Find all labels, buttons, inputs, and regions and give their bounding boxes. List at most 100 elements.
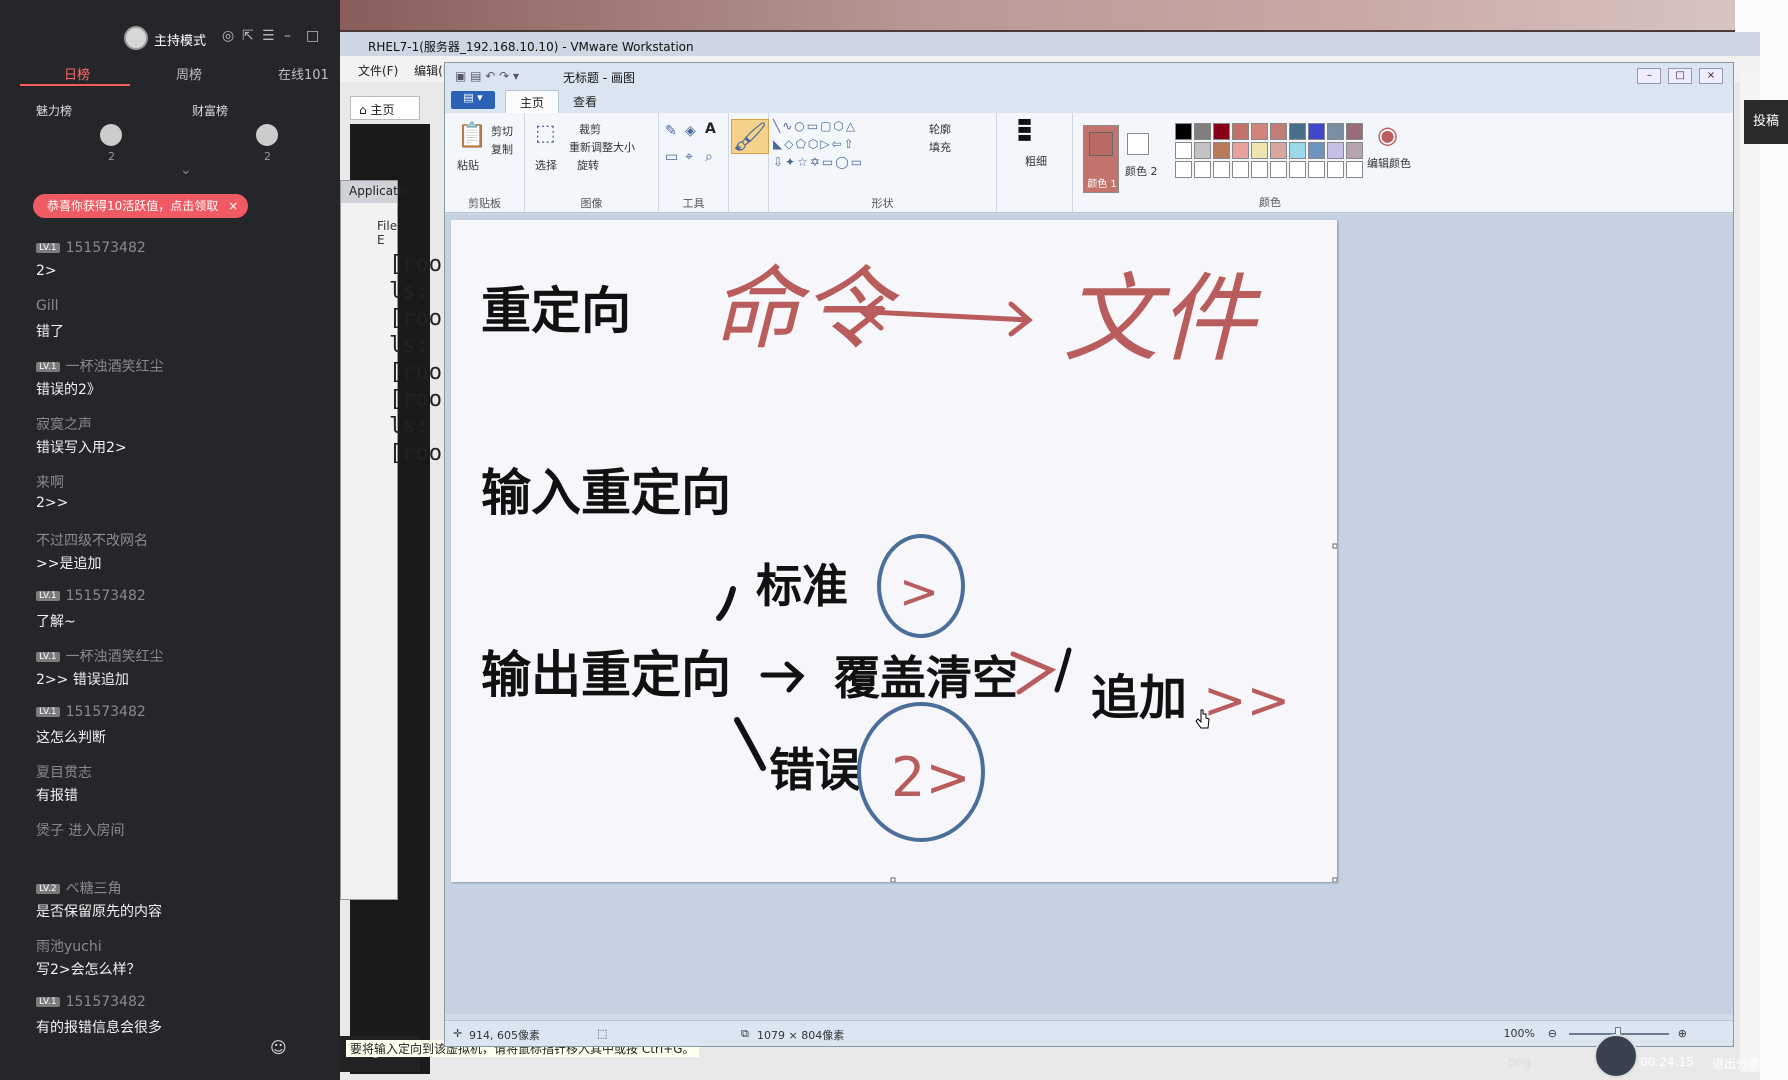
select-icon[interactable]: ⬚ — [535, 121, 556, 146]
post-button[interactable]: 投稿 — [1744, 100, 1788, 144]
menu-icon[interactable]: ☰ — [262, 28, 275, 44]
palette-swatch[interactable] — [1251, 142, 1268, 159]
chat-username[interactable]: LV.2 ベ糖三角 — [36, 878, 336, 901]
palette-swatch[interactable] — [1270, 142, 1287, 159]
size-label[interactable]: 粗细 — [1025, 153, 1047, 169]
rotate-label[interactable]: 旋转 — [577, 157, 599, 173]
reward-toast[interactable]: 恭喜你获得10活跃值，点击领取 × — [33, 194, 249, 218]
chat-username[interactable]: 不过四级不改网名 — [36, 530, 336, 553]
pencil-icon[interactable]: ✎ — [665, 123, 677, 139]
tab-home[interactable]: 主页 — [505, 90, 560, 114]
palette-swatch[interactable] — [1213, 142, 1230, 159]
chat-username[interactable]: LV.1 151573482 — [36, 704, 336, 727]
palette-swatch[interactable] — [1175, 142, 1192, 159]
popout-icon[interactable]: ⇱ — [242, 28, 254, 44]
close-icon[interactable]: × — [228, 194, 238, 218]
palette-swatch[interactable] — [1232, 123, 1249, 140]
palette-swatch[interactable] — [1251, 123, 1268, 140]
palette-swatch-empty[interactable] — [1327, 161, 1344, 178]
minimize-button[interactable]: – — [1637, 68, 1662, 84]
palette-swatch[interactable] — [1232, 142, 1249, 159]
zoom-in-icon[interactable]: ⊕ — [1678, 1027, 1687, 1040]
chat-username[interactable]: LV.1 151573482 — [36, 240, 336, 263]
palette-swatch-empty[interactable] — [1270, 161, 1287, 178]
palette-swatch-empty[interactable] — [1194, 161, 1211, 178]
tab-weekly[interactable]: 周榜 — [176, 64, 202, 83]
cut-label[interactable]: 剪切 — [491, 123, 513, 139]
chat-username[interactable]: Gill — [36, 298, 336, 321]
rank-avatar[interactable] — [100, 124, 122, 146]
palette-swatch[interactable] — [1308, 142, 1325, 159]
palette-swatch[interactable] — [1270, 123, 1287, 140]
chat-username[interactable]: LV.1 一杯浊酒笑红尘 — [36, 646, 336, 669]
edit-colors-label[interactable]: 编辑颜色 — [1367, 155, 1411, 171]
minimize-icon[interactable]: – — [284, 28, 291, 44]
palette-swatch[interactable] — [1289, 123, 1306, 140]
resize-handle[interactable] — [1332, 877, 1337, 882]
chat-username[interactable]: 雨池yuchi — [36, 936, 336, 959]
palette-swatch-empty[interactable] — [1232, 161, 1249, 178]
tab-online[interactable]: 在线101 — [278, 64, 329, 83]
palette-swatch[interactable] — [1213, 123, 1230, 140]
resize-handle[interactable] — [890, 877, 896, 882]
zoom-out-icon[interactable]: ⊖ — [1548, 1027, 1557, 1040]
crop-label[interactable]: 裁剪 — [579, 121, 601, 137]
chat-username[interactable]: 寂寞之声 — [36, 414, 336, 437]
magnifier-icon[interactable]: ⌕ — [705, 149, 713, 165]
palette-swatch-empty[interactable] — [1175, 161, 1192, 178]
palette-swatch-empty[interactable] — [1213, 161, 1230, 178]
quick-access-icons[interactable]: ▣ ▤ ↶ ↷ ▾ — [455, 69, 519, 83]
rank-avatar[interactable] — [256, 124, 278, 146]
resize-label[interactable]: 重新调整大小 — [569, 139, 635, 155]
host-avatar[interactable] — [124, 26, 148, 50]
exit-share-button[interactable]: 退出分享 — [1712, 1055, 1760, 1072]
color-picker-icon[interactable]: ⌖ — [685, 149, 693, 165]
chat-username[interactable]: 夏目贯志 — [36, 762, 336, 785]
terminal-window[interactable]: Applicatio File E [rools:[rools:[roo[roo… — [340, 180, 442, 900]
edit-colors-icon[interactable]: ◉ — [1377, 121, 1398, 149]
palette-swatch-empty[interactable] — [1308, 161, 1325, 178]
palette-swatch[interactable] — [1289, 142, 1306, 159]
fill-icon[interactable]: ◈ — [685, 123, 696, 139]
color2-swatch[interactable] — [1127, 133, 1149, 155]
tab-view[interactable]: 查看 — [573, 93, 597, 110]
paste-icon[interactable]: 📋 — [457, 121, 487, 149]
paste-label[interactable]: 粘贴 — [457, 157, 479, 173]
resize-handle[interactable] — [1332, 543, 1337, 549]
brush-icon[interactable]: 🖌 — [731, 119, 769, 154]
tab-home[interactable]: ⌂ 主页 — [350, 96, 420, 120]
palette-swatch[interactable] — [1327, 142, 1344, 159]
palette-swatch[interactable] — [1194, 142, 1211, 159]
palette-swatch-empty[interactable] — [1346, 161, 1363, 178]
terminal-menu[interactable]: File E — [341, 203, 397, 247]
palette-swatch[interactable] — [1327, 123, 1344, 140]
select-label[interactable]: 选择 — [535, 157, 557, 173]
chat-username[interactable]: LV.1 151573482 — [36, 588, 336, 611]
palette-swatch[interactable] — [1308, 123, 1325, 140]
drawing-canvas[interactable]: 重定向 输入重定向 标准 输出重定向 覆盖清空 追加 错误 命令 文件 > 2>… — [451, 220, 1337, 882]
settings-icon[interactable]: ◎ — [222, 28, 234, 44]
maximize-icon[interactable]: □ — [306, 28, 319, 44]
outline-label[interactable]: 轮廓 — [929, 121, 951, 137]
emoji-icon[interactable]: ☺ — [270, 1038, 287, 1057]
text-icon[interactable]: A — [705, 121, 716, 137]
shapes-row-icon[interactable]: ⇩✦☆✡▭◯▭ — [773, 155, 864, 169]
wealth-rank-label[interactable]: 财富榜 — [192, 102, 228, 119]
palette-swatch-empty[interactable] — [1251, 161, 1268, 178]
eraser-icon[interactable]: ▭ — [665, 149, 678, 165]
menu-file[interactable]: 文件(F) — [358, 64, 398, 78]
palette-swatch[interactable] — [1194, 123, 1211, 140]
file-menu-button[interactable]: ▤ ▾ — [451, 91, 495, 109]
maximize-button[interactable]: □ — [1668, 68, 1693, 84]
palette-swatch[interactable] — [1175, 123, 1192, 140]
chat-username[interactable]: 来啊 — [36, 472, 336, 495]
palette-swatch-empty[interactable] — [1289, 161, 1306, 178]
shapes-row-icon[interactable]: ╲∿○▭▢⬡△ — [773, 119, 857, 133]
chevron-down-icon[interactable]: ⌄ — [180, 162, 192, 178]
palette-swatch[interactable] — [1346, 142, 1363, 159]
line-size-icon[interactable]: ▬ ▬ ▬ — [1017, 113, 1032, 145]
chat-username[interactable]: LV.1 一杯浊酒笑红尘 — [36, 356, 336, 379]
charm-rank-label[interactable]: 魅力榜 — [36, 102, 72, 119]
fill-label[interactable]: 填充 — [929, 139, 951, 155]
chat-username[interactable]: LV.1 151573482 — [36, 994, 336, 1017]
